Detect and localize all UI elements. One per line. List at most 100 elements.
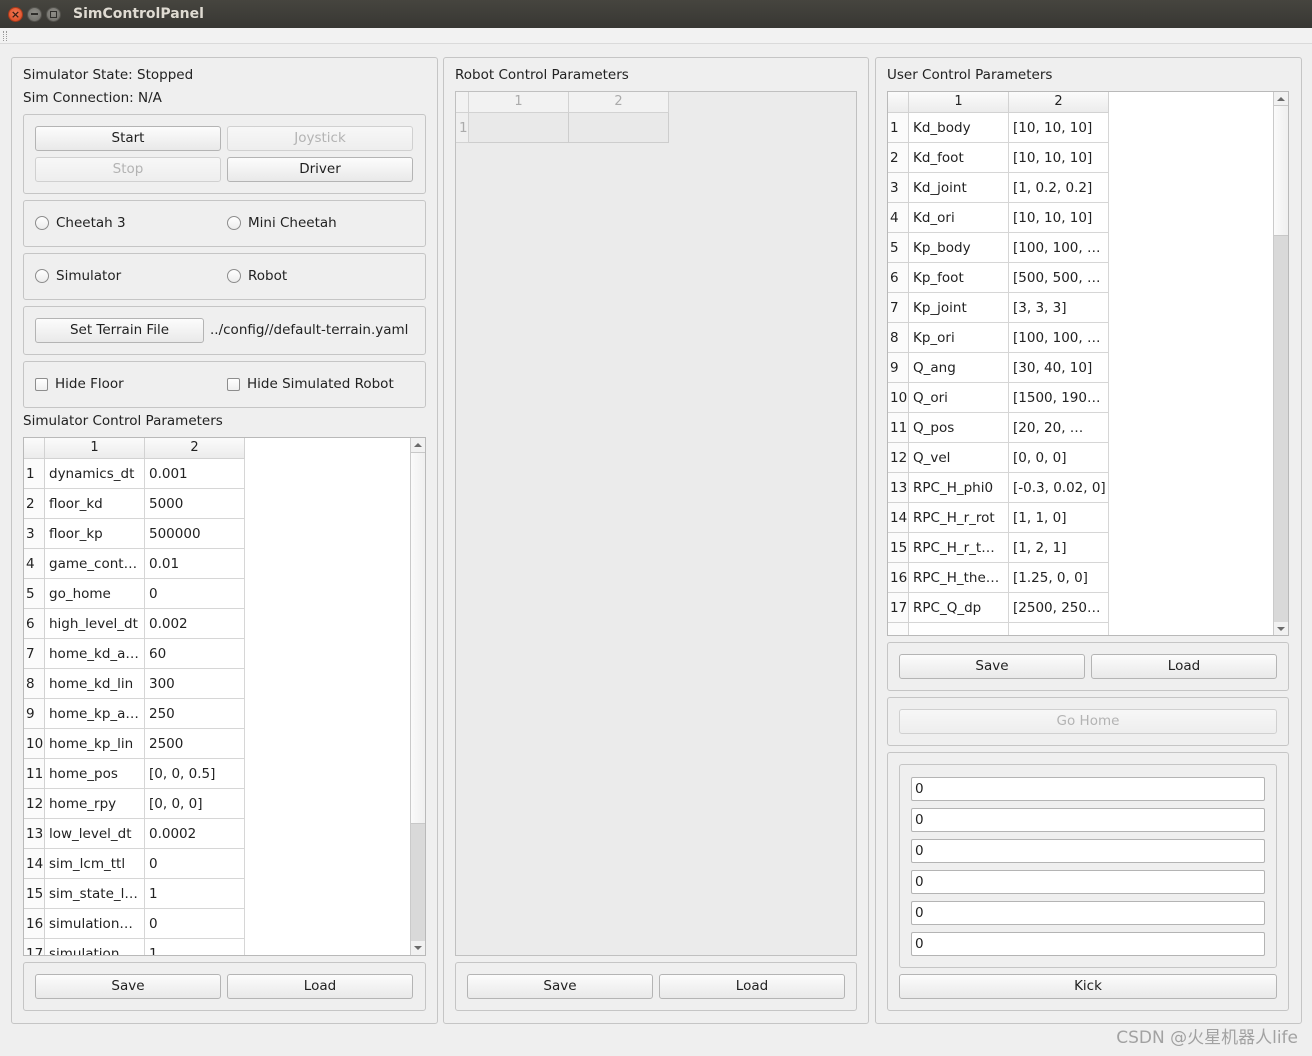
table-row[interactable]: 14 sim_lcm_ttl 0 <box>24 849 410 879</box>
kick-button[interactable]: Kick <box>899 974 1277 999</box>
table-row[interactable]: 11 home_pos [0, 0, 0.5] <box>24 759 410 789</box>
table-row[interactable]: 13 low_level_dt 0.0002 <box>24 819 410 849</box>
radio-indicator[interactable] <box>227 216 241 230</box>
row-header[interactable]: 17 <box>24 939 45 955</box>
param-name-cell[interactable]: Kd_ori <box>909 203 1009 233</box>
row-header[interactable]: 6 <box>24 609 45 639</box>
kick-input-4[interactable] <box>911 870 1265 894</box>
checkbox-hide-floor[interactable]: Hide Floor <box>35 374 124 394</box>
param-name-cell[interactable]: home_rpy <box>45 789 145 819</box>
param-name-cell[interactable]: simulation… <box>45 909 145 939</box>
vertical-scrollbar[interactable] <box>410 438 425 955</box>
user-parameters-table[interactable]: 1 2 1 Kd_body [10, 10, 10] 2 Kd_foot [10, 10,… <box>887 91 1289 636</box>
save-simulator-parameters-button[interactable]: Save <box>35 974 221 999</box>
table-row[interactable]: 1 Kd_body [10, 10, 10] <box>888 113 1273 143</box>
param-name-cell[interactable]: high_level_dt <box>45 609 145 639</box>
param-value-cell[interactable]: [1, 2, 1] <box>1009 533 1109 563</box>
kick-input-5[interactable] <box>911 901 1265 925</box>
param-value-cell[interactable]: [-0.3, 0.02, 0] <box>1009 473 1109 503</box>
radio-indicator[interactable] <box>227 269 241 283</box>
param-value-cell[interactable]: 5000 <box>145 489 245 519</box>
param-name-cell[interactable]: Kp_foot <box>909 263 1009 293</box>
param-value-cell[interactable]: 300 <box>145 669 245 699</box>
column-header-1[interactable]: 1 <box>909 92 1009 113</box>
window-titlebar[interactable]: × SimControlPanel <box>0 0 1312 28</box>
param-name-cell[interactable]: Kp_joint <box>909 293 1009 323</box>
row-header[interactable]: 12 <box>888 443 909 473</box>
param-name-cell[interactable]: low_level_dt <box>45 819 145 849</box>
save-robot-parameters-button[interactable]: Save <box>467 974 653 999</box>
table-row[interactable]: 9 home_kp_a… 250 <box>24 699 410 729</box>
row-header[interactable]: 5 <box>24 579 45 609</box>
param-name-cell[interactable]: Kd_body <box>909 113 1009 143</box>
param-name-cell[interactable]: home_kd_lin <box>45 669 145 699</box>
table-row[interactable]: 3 floor_kp 500000 <box>24 519 410 549</box>
start-button[interactable]: Start <box>35 126 221 151</box>
row-header[interactable]: 8 <box>24 669 45 699</box>
row-header[interactable]: 16 <box>888 563 909 593</box>
row-header[interactable]: 14 <box>888 503 909 533</box>
table-row[interactable]: 4 Kd_ori [10, 10, 10] <box>888 203 1273 233</box>
param-name-cell[interactable]: RPC_Q_dp <box>909 593 1009 623</box>
param-name-cell[interactable]: RPC_H_r_rot <box>909 503 1009 533</box>
table-corner-button[interactable] <box>24 438 45 459</box>
radio-indicator[interactable] <box>35 269 49 283</box>
param-name-cell[interactable]: floor_kp <box>45 519 145 549</box>
row-header[interactable]: 2 <box>888 143 909 173</box>
table-row[interactable]: 5 go_home 0 <box>24 579 410 609</box>
kick-input-3[interactable] <box>911 839 1265 863</box>
column-header-1[interactable]: 1 <box>469 92 569 113</box>
param-value-cell[interactable]: [100, 100, … <box>1009 323 1109 353</box>
param-value-cell[interactable]: 0.002 <box>145 609 245 639</box>
table-row[interactable]: 17 RPC_Q_dp [2500, 250… <box>888 593 1273 623</box>
kick-input-2[interactable] <box>911 808 1265 832</box>
param-name-cell[interactable]: Kp_body <box>909 233 1009 263</box>
table-row[interactable]: 1 <box>456 113 856 143</box>
param-name-cell[interactable]: RPC_H_phi0 <box>909 473 1009 503</box>
param-value-cell[interactable]: 0.001 <box>145 459 245 489</box>
param-value-cell[interactable]: [1, 1, 0] <box>1009 503 1109 533</box>
row-header[interactable]: 7 <box>24 639 45 669</box>
table-row[interactable]: 4 game_cont… 0.01 <box>24 549 410 579</box>
scroll-down-button[interactable] <box>1274 622 1288 635</box>
row-header[interactable]: 13 <box>24 819 45 849</box>
load-simulator-parameters-button[interactable]: Load <box>227 974 413 999</box>
param-value-cell[interactable]: [1.25, 0, 0] <box>1009 563 1109 593</box>
param-value-cell[interactable]: [30, 40, 10] <box>1009 353 1109 383</box>
param-name-cell[interactable] <box>469 113 569 143</box>
param-value-cell[interactable]: 0 <box>145 909 245 939</box>
column-header-2[interactable]: 2 <box>145 438 245 459</box>
param-name-cell[interactable]: Q_ori <box>909 383 1009 413</box>
param-name-cell[interactable]: sim_state_l… <box>45 879 145 909</box>
param-value-cell[interactable]: [2500, 250… <box>1009 593 1109 623</box>
table-row[interactable]: 6 high_level_dt 0.002 <box>24 609 410 639</box>
param-name-cell[interactable]: Q_pos <box>909 413 1009 443</box>
go-home-button[interactable]: Go Home <box>899 709 1277 734</box>
table-row[interactable]: 11 Q_pos [20, 20, … <box>888 413 1273 443</box>
robot-parameters-table[interactable]: 1 2 1 <box>455 91 857 956</box>
table-row[interactable]: 1 dynamics_dt 0.001 <box>24 459 410 489</box>
load-user-parameters-button[interactable]: Load <box>1091 654 1277 679</box>
param-name-cell[interactable]: game_cont… <box>45 549 145 579</box>
radio-cheetah-3[interactable]: Cheetah 3 <box>35 213 126 233</box>
row-header[interactable]: 2 <box>24 489 45 519</box>
radio-robot[interactable]: Robot <box>227 266 287 286</box>
param-name-cell[interactable]: home_kp_a… <box>45 699 145 729</box>
checkbox-hide-simulated-robot[interactable]: Hide Simulated Robot <box>227 374 394 394</box>
param-name-cell[interactable]: home_pos <box>45 759 145 789</box>
param-value-cell[interactable]: 1 <box>145 879 245 909</box>
row-header[interactable] <box>888 623 909 635</box>
param-name-cell[interactable]: Kd_foot <box>909 143 1009 173</box>
row-header[interactable]: 1 <box>456 113 469 143</box>
table-row[interactable]: 16 RPC_H_the… [1.25, 0, 0] <box>888 563 1273 593</box>
param-name-cell[interactable]: RPC_H_r_t… <box>909 533 1009 563</box>
scroll-up-button[interactable] <box>1274 92 1288 105</box>
row-header[interactable]: 11 <box>888 413 909 443</box>
minimize-window-button[interactable] <box>27 7 42 22</box>
grip-handle-icon[interactable] <box>3 31 7 41</box>
param-value-cell[interactable]: 60 <box>145 639 245 669</box>
param-value-cell[interactable]: [0, 0, 0] <box>145 789 245 819</box>
row-header[interactable]: 9 <box>24 699 45 729</box>
table-row[interactable]: 7 home_kd_a… 60 <box>24 639 410 669</box>
table-row[interactable]: 16 simulation… 0 <box>24 909 410 939</box>
